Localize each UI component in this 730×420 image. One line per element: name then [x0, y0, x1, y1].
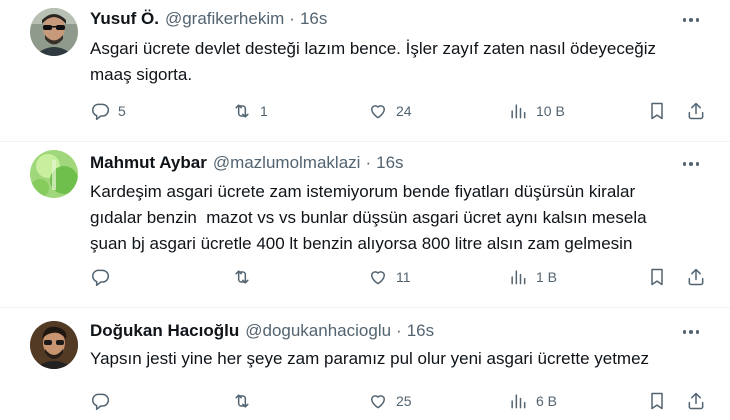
- reply-icon: [92, 269, 110, 287]
- heart-icon: [371, 271, 385, 285]
- retweet-button[interactable]: [232, 390, 260, 412]
- like-count: 25: [396, 393, 412, 409]
- tweet-text-line: şuan bj asgari ücretle 400 lt benzin alı…: [90, 234, 633, 253]
- retweet-button[interactable]: [232, 266, 260, 288]
- reply-count: 5: [118, 103, 126, 119]
- share-button[interactable]: [686, 266, 706, 288]
- reply-icon: [92, 393, 110, 411]
- share-button[interactable]: [686, 390, 706, 412]
- share-icon: [688, 102, 704, 120]
- display-name[interactable]: Mahmut Aybar: [90, 153, 207, 173]
- tweet-text-line: Kardeşim asgari ücrete zam istemiyorum b…: [90, 182, 636, 201]
- separator-dot: ·: [396, 321, 402, 340]
- bookmark-icon: [651, 392, 663, 410]
- avatar[interactable]: [30, 8, 78, 56]
- tweet-text: Yapsın jesti yine her şeye zam paramız p…: [90, 346, 710, 372]
- view-count: 1 B: [536, 269, 558, 285]
- bookmark-icon: [651, 102, 663, 120]
- retweet-button[interactable]: 1: [232, 100, 268, 122]
- tweet-text-line: Asgari ücrete devlet desteği lazım bence…: [90, 39, 657, 58]
- display-name[interactable]: Doğukan Hacıoğlu: [90, 321, 239, 341]
- tweet-header: Yusuf Ö. @grafikerhekim · 16s: [90, 8, 327, 30]
- timestamp[interactable]: 16s: [407, 321, 434, 341]
- share-icon: [688, 268, 704, 286]
- user-handle[interactable]: @mazlumolmaklazi: [213, 153, 361, 173]
- views-chart-icon: [511, 394, 526, 409]
- reply-button[interactable]: 5: [90, 100, 126, 122]
- heart-icon: [371, 395, 385, 409]
- retweet-icon: [235, 104, 249, 118]
- views-chart-icon: [511, 104, 526, 119]
- tweet[interactable]: Yusuf Ö. @grafikerhekim · 16s Asgari ücr…: [0, 0, 730, 142]
- action-bar: 11 1 B: [90, 266, 710, 288]
- timestamp[interactable]: 16s: [376, 153, 403, 173]
- tweet-text-line: gıdalar benzin mazot vs vs bunlar düşsün…: [90, 208, 647, 227]
- tweet[interactable]: Doğukan Hacıoğlu @dogukanhacioglu · 16s …: [0, 308, 730, 420]
- view-count: 10 B: [536, 103, 565, 119]
- share-icon: [688, 392, 704, 410]
- retweet-icon: [235, 270, 249, 284]
- more-dots-icon[interactable]: [682, 155, 700, 173]
- reply-button[interactable]: [90, 390, 118, 412]
- timestamp[interactable]: 16s: [300, 9, 327, 29]
- bookmark-icon: [651, 268, 663, 286]
- user-handle[interactable]: @grafikerhekim: [165, 9, 284, 29]
- tweet-text-line: maaş sigorta.: [90, 65, 193, 84]
- avatar[interactable]: [30, 321, 78, 369]
- like-count: 11: [396, 269, 411, 285]
- views-button[interactable]: 10 B: [508, 100, 565, 122]
- tweet-text-line: Yapsın jesti yine her şeye zam paramız p…: [90, 349, 650, 368]
- user-handle[interactable]: @dogukanhacioglu: [245, 321, 391, 341]
- tweet[interactable]: Mahmut Aybar @mazlumolmaklazi · 16s Kard…: [0, 142, 730, 308]
- views-button[interactable]: 6 B: [508, 390, 557, 412]
- avatar[interactable]: [30, 150, 78, 198]
- retweet-count: 1: [260, 103, 268, 119]
- share-button[interactable]: [686, 100, 706, 122]
- separator-dot: ·: [289, 9, 295, 28]
- bookmark-button[interactable]: [647, 390, 667, 412]
- like-count: 24: [396, 103, 412, 119]
- like-button[interactable]: 11: [368, 266, 411, 288]
- tweet-header: Doğukan Hacıoğlu @dogukanhacioglu · 16s: [90, 320, 434, 342]
- views-button[interactable]: 1 B: [508, 266, 557, 288]
- like-button[interactable]: 24: [368, 100, 412, 122]
- reply-button[interactable]: [90, 266, 118, 288]
- reply-icon: [92, 103, 110, 121]
- bookmark-button[interactable]: [647, 100, 667, 122]
- action-bar: 25 6 B: [90, 390, 710, 412]
- heart-icon: [371, 105, 385, 119]
- display-name[interactable]: Yusuf Ö.: [90, 9, 159, 29]
- action-bar: 5 1 24 10 B: [90, 100, 710, 122]
- tweet-text: Asgari ücrete devlet desteği lazım bence…: [90, 36, 710, 88]
- tweet-text: Kardeşim asgari ücrete zam istemiyorum b…: [90, 179, 710, 257]
- views-chart-icon: [511, 270, 526, 285]
- like-button[interactable]: 25: [368, 390, 412, 412]
- more-dots-icon[interactable]: [682, 323, 700, 341]
- more-dots-icon[interactable]: [682, 11, 700, 29]
- retweet-icon: [235, 394, 249, 408]
- tweet-header: Mahmut Aybar @mazlumolmaklazi · 16s: [90, 152, 404, 174]
- view-count: 6 B: [536, 393, 558, 409]
- bookmark-button[interactable]: [647, 266, 667, 288]
- separator-dot: ·: [365, 153, 372, 172]
